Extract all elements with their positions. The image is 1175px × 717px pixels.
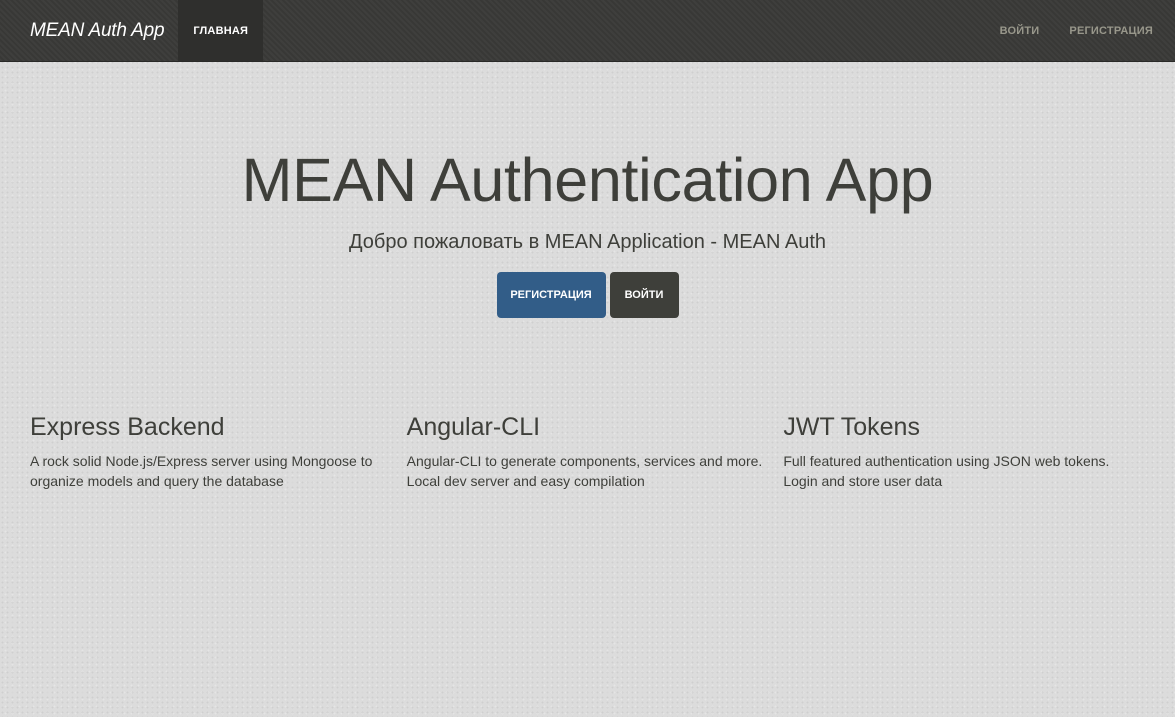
feature-title: Express Backend <box>30 413 225 441</box>
nav-item-login: ВОЙТИ <box>985 0 1055 61</box>
nav-link-home[interactable]: ГЛАВНАЯ <box>178 0 264 61</box>
register-button[interactable]: РЕГИСТРАЦИЯ <box>496 272 606 318</box>
nav-left-menu: ГЛАВНАЯ <box>178 0 264 61</box>
hero-button-group: РЕГИСТРАЦИЯ ВОЙТИ <box>0 272 1175 318</box>
nav-item-home: ГЛАВНАЯ <box>178 0 264 61</box>
nav-link-login[interactable]: ВОЙТИ <box>985 0 1055 61</box>
navbar: MEAN Auth App ГЛАВНАЯ ВОЙТИ РЕГИСТРАЦИЯ <box>0 0 1175 62</box>
feature-text: A rock solid Node.js/Express server usin… <box>30 453 373 489</box>
feature-angular-cli: Angular-CLI Angular-CLI to generate comp… <box>407 413 784 491</box>
feature-title: JWT Tokens <box>783 413 920 441</box>
features-row: Express Backend A rock solid Node.js/Exp… <box>30 413 1160 491</box>
nav-item-register: РЕГИСТРАЦИЯ <box>1054 0 1168 61</box>
jumbotron: MEAN Authentication App Добро пожаловать… <box>0 62 1175 318</box>
nav-right-menu: ВОЙТИ РЕГИСТРАЦИЯ <box>985 0 1175 61</box>
feature-title: Angular-CLI <box>406 413 541 441</box>
feature-text: Angular-CLI to generate components, serv… <box>406 453 763 489</box>
page-title: MEAN Authentication App <box>241 146 934 214</box>
hero-lead-text: Добро пожаловать в MEAN Application - ME… <box>348 231 827 253</box>
login-button[interactable]: ВОЙТИ <box>609 272 679 318</box>
feature-express: Express Backend A rock solid Node.js/Exp… <box>30 413 407 491</box>
brand-link[interactable]: MEAN Auth App <box>0 0 178 61</box>
feature-text: Full featured authentication using JSON … <box>783 453 1110 489</box>
nav-link-register[interactable]: РЕГИСТРАЦИЯ <box>1054 0 1168 61</box>
feature-jwt: JWT Tokens Full featured authentication … <box>783 413 1160 491</box>
